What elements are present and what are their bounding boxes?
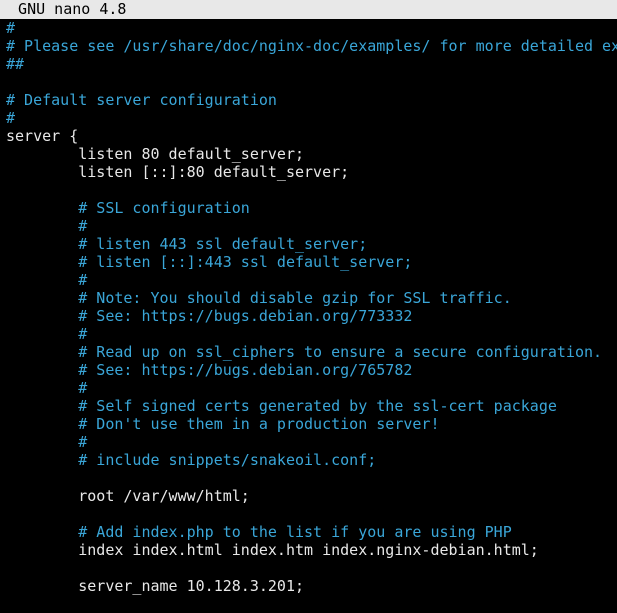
comment-line[interactable]: # include snippets/snakeoil.conf; — [6, 451, 617, 469]
code-line[interactable]: server_name 10.128.3.201; — [6, 577, 617, 595]
comment-line[interactable]: # Default server configuration — [6, 91, 617, 109]
comment-line[interactable]: # listen [::]:443 ssl default_server; — [6, 253, 617, 271]
comment-line[interactable]: # Self signed certs generated by the ssl… — [6, 397, 617, 415]
editor-buffer[interactable]: # # Please see /usr/share/doc/nginx-doc/e… — [6, 19, 617, 613]
code-line[interactable] — [6, 181, 617, 199]
code-line[interactable] — [6, 73, 617, 91]
code-line[interactable]: index index.html index.htm index.nginx-d… — [6, 541, 617, 559]
code-line[interactable] — [6, 595, 617, 613]
code-line[interactable]: server { — [6, 127, 617, 145]
comment-line[interactable]: # — [6, 109, 617, 127]
comment-line[interactable]: # Don't use them in a production server! — [6, 415, 617, 433]
comment-line[interactable]: # — [6, 19, 617, 37]
comment-line[interactable]: # — [6, 271, 617, 289]
code-line[interactable]: listen [::]:80 default_server; — [6, 163, 617, 181]
code-line[interactable] — [6, 505, 617, 523]
comment-line[interactable]: # Note: You should disable gzip for SSL … — [6, 289, 617, 307]
comment-line[interactable]: # — [6, 433, 617, 451]
comment-line[interactable]: ## — [6, 55, 617, 73]
comment-line[interactable]: # — [6, 217, 617, 235]
comment-line[interactable]: # — [6, 379, 617, 397]
code-line[interactable] — [6, 559, 617, 577]
comment-line[interactable]: # See: https://bugs.debian.org/765782 — [6, 361, 617, 379]
comment-line[interactable]: # — [6, 325, 617, 343]
comment-line[interactable]: # SSL configuration — [6, 199, 617, 217]
code-line[interactable]: root /var/www/html; — [6, 487, 617, 505]
comment-line[interactable]: # Add index.php to the list if you are u… — [6, 523, 617, 541]
comment-line[interactable]: # listen 443 ssl default_server; — [6, 235, 617, 253]
code-line[interactable]: listen 80 default_server; — [6, 145, 617, 163]
comment-line[interactable]: # Read up on ssl_ciphers to ensure a sec… — [6, 343, 617, 361]
code-line[interactable] — [6, 469, 617, 487]
comment-line[interactable]: # Please see /usr/share/doc/nginx-doc/ex… — [6, 37, 617, 55]
nano-title-bar: GNU nano 4.8 — [0, 0, 617, 19]
comment-line[interactable]: # See: https://bugs.debian.org/773332 — [6, 307, 617, 325]
